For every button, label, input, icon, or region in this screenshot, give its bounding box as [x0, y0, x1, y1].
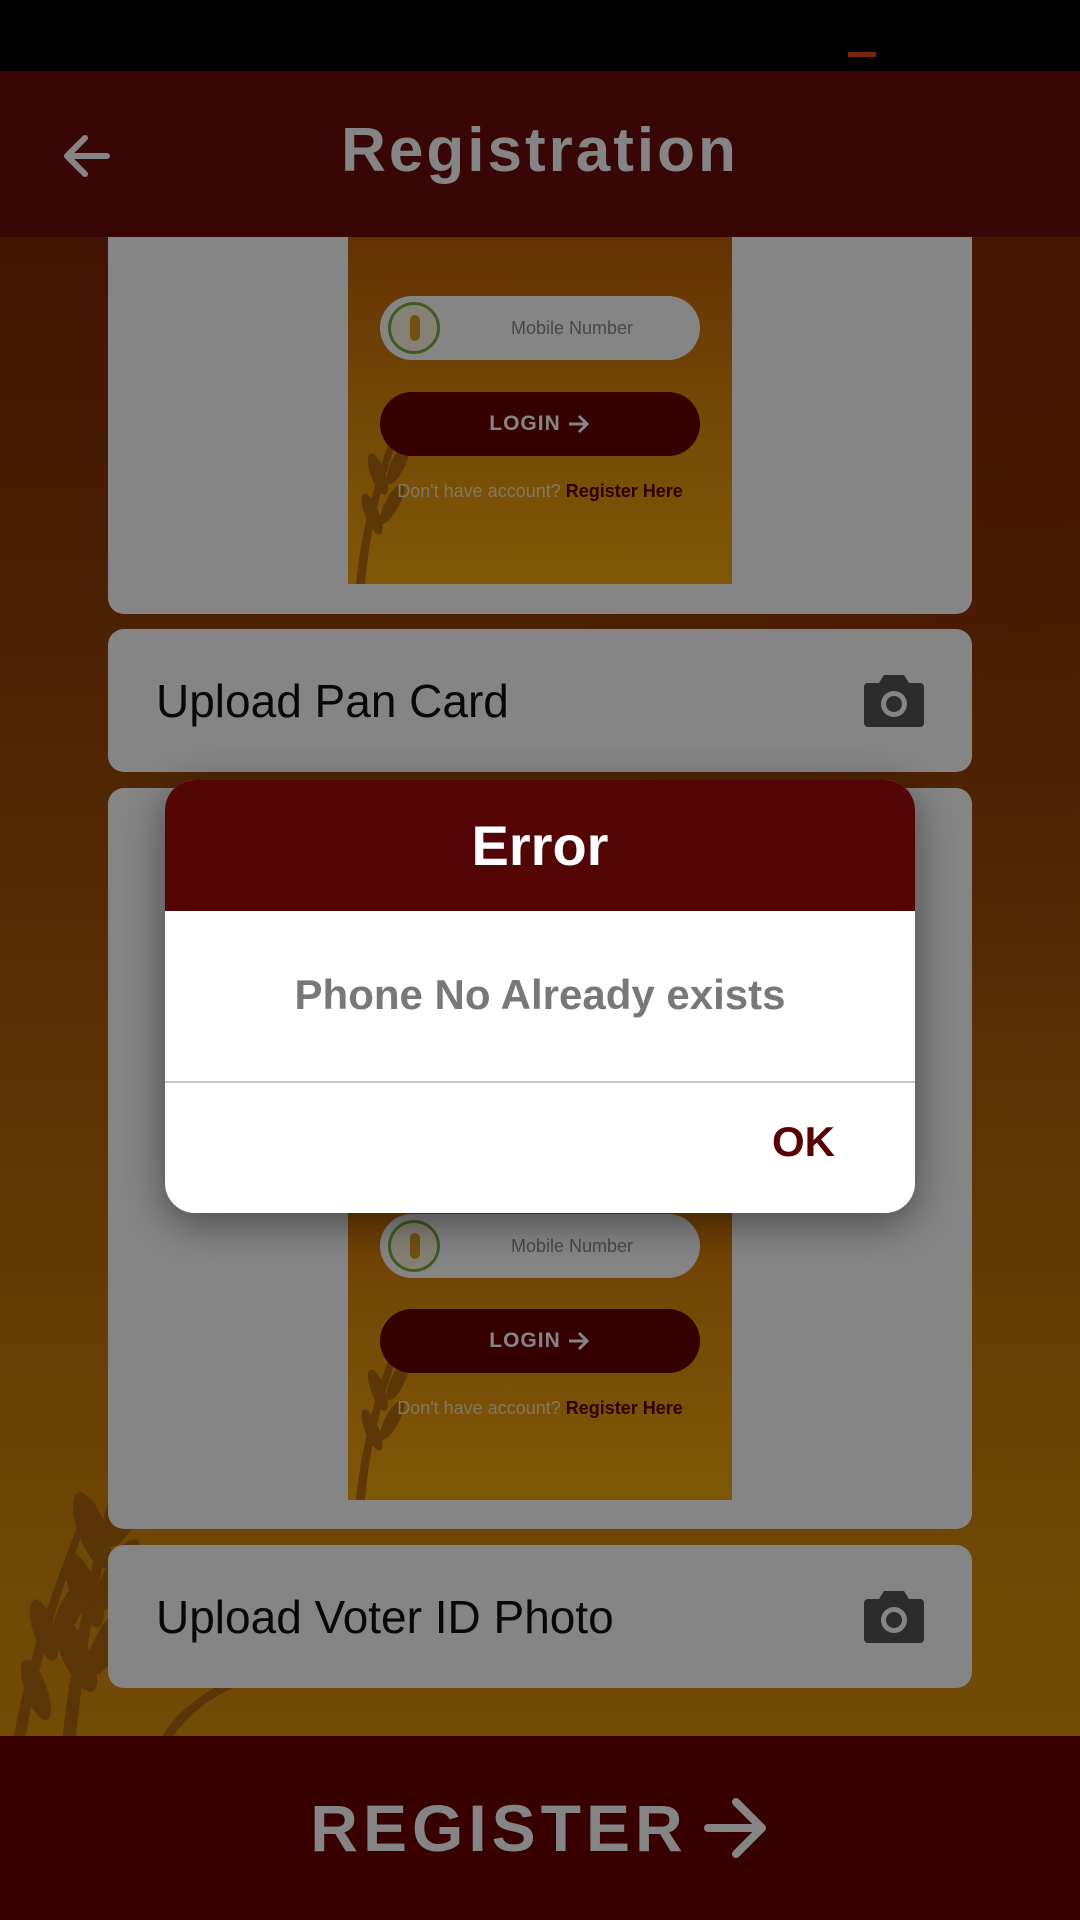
ok-button[interactable]: OK: [768, 1102, 839, 1182]
dialog-message: Phone No Already exists: [294, 971, 786, 1018]
dialog-title: Error: [165, 780, 915, 911]
error-dialog: Error Phone No Already exists OK: [165, 780, 915, 1213]
dialog-divider: [165, 1081, 915, 1083]
